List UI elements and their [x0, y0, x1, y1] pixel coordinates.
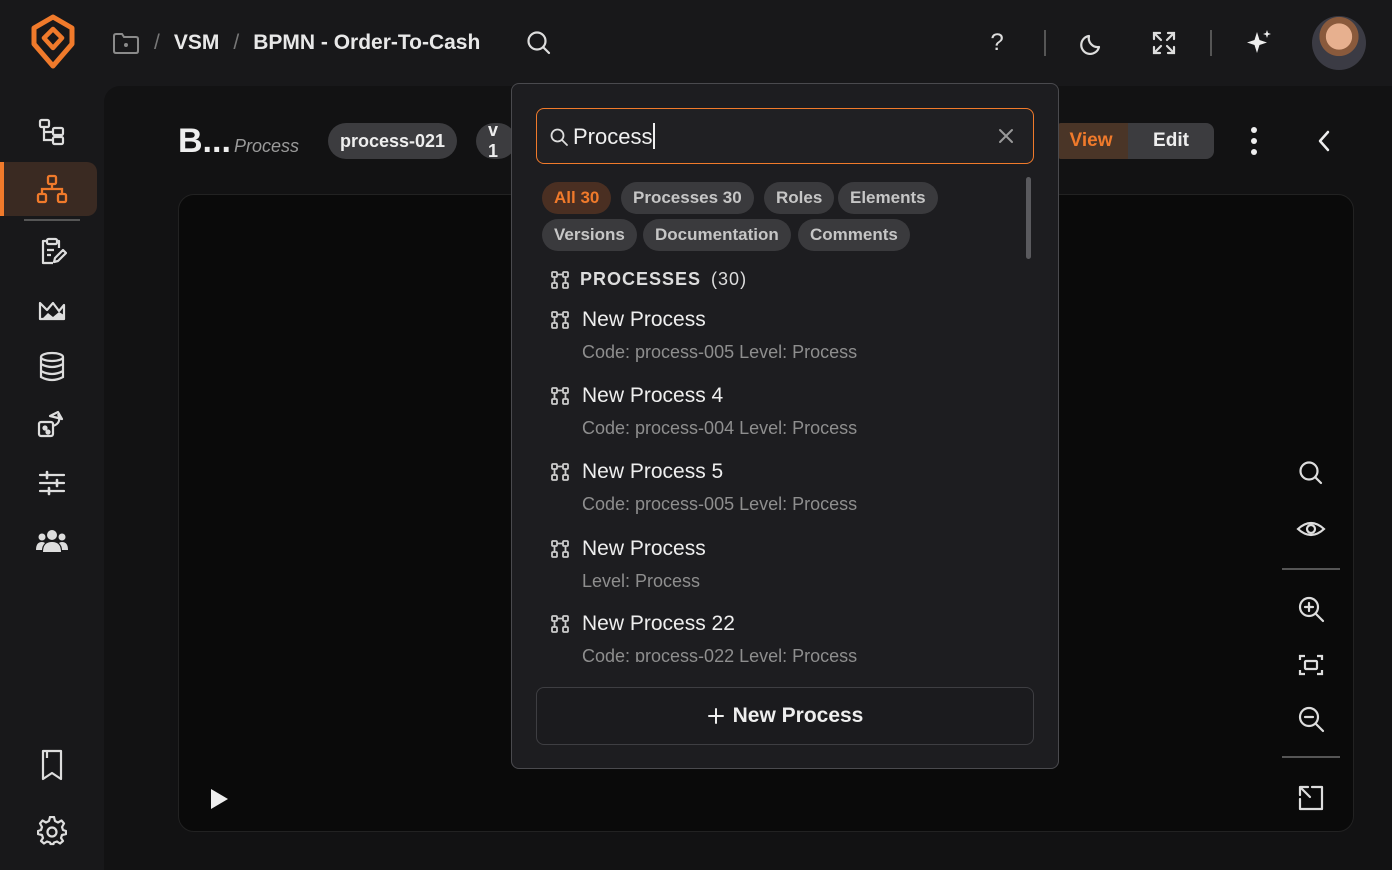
- breadcrumb-separator: /: [154, 31, 160, 54]
- search-icon: [549, 127, 569, 147]
- search-dropdown: Process All 30 Processes 30 Roles Elemen…: [511, 83, 1059, 769]
- filter-chip-roles[interactable]: Roles: [764, 182, 835, 214]
- process-title: B...: [178, 122, 231, 160]
- moon-icon[interactable]: [1076, 26, 1110, 60]
- filter-chip-elements[interactable]: Elements: [838, 182, 938, 214]
- new-process-button[interactable]: New Process: [536, 687, 1034, 745]
- tool-divider: [1282, 756, 1340, 758]
- result-meta: Code: process-005 Level: Process: [582, 494, 858, 514]
- process-node-icon: [550, 270, 570, 290]
- list-item[interactable]: New Process 22 Code: process-022 Level: …: [536, 608, 1026, 662]
- result-meta: Level: Process: [582, 571, 701, 591]
- plus-icon: [707, 707, 725, 725]
- result-name: New Process 4: [582, 384, 724, 407]
- scrollbar[interactable]: [1026, 177, 1031, 259]
- result-name: New Process: [582, 308, 706, 331]
- process-node-icon: [550, 310, 570, 330]
- filter-chip-documentation[interactable]: Documentation: [643, 219, 791, 251]
- toolbar-divider: [1044, 30, 1046, 56]
- search-input-value: Process: [573, 124, 653, 149]
- sidebar: [0, 86, 104, 870]
- section-count: (30): [711, 269, 748, 289]
- sparkle-icon[interactable]: [1242, 26, 1276, 60]
- zoom-in-icon[interactable]: [1296, 594, 1326, 624]
- view-mode-button[interactable]: View: [1054, 123, 1128, 159]
- list-item[interactable]: New Process 5 Code: process-005 Level: P…: [536, 456, 1026, 526]
- process-node-icon: [550, 614, 570, 634]
- avatar[interactable]: [1312, 16, 1366, 70]
- search-icon[interactable]: [524, 28, 554, 58]
- collapse-corner-icon[interactable]: [1296, 783, 1326, 813]
- search-input[interactable]: Process: [536, 108, 1034, 164]
- app-logo-icon[interactable]: [28, 14, 78, 70]
- process-node-icon: [550, 539, 570, 559]
- result-meta: Code: process-022 Level: Process: [582, 646, 858, 662]
- breadcrumb-item-vsm[interactable]: VSM: [174, 31, 220, 55]
- fullscreen-icon[interactable]: [1147, 26, 1181, 60]
- breadcrumb-item-current[interactable]: BPMN - Order-To-Cash: [253, 31, 480, 55]
- filter-chip-comments[interactable]: Comments: [798, 219, 910, 251]
- process-node-icon: [550, 386, 570, 406]
- section-header-processes: PROCESSES (30): [550, 269, 747, 290]
- process-level: Process: [234, 136, 300, 156]
- result-name: New Process: [582, 537, 706, 560]
- result-name: New Process 22: [582, 612, 735, 635]
- eye-icon[interactable]: [1296, 514, 1326, 544]
- bookmark-icon[interactable]: [22, 742, 82, 788]
- new-process-label: New Process: [732, 704, 864, 727]
- results-list: New Process Code: process-005 Level: Pro…: [536, 304, 1026, 662]
- result-meta: Code: process-004 Level: Process: [582, 418, 858, 438]
- shapes-icon[interactable]: [22, 402, 82, 448]
- fit-to-screen-icon[interactable]: [1296, 650, 1326, 680]
- result-meta: Code: process-005 Level: Process: [582, 342, 858, 362]
- canvas-search-icon[interactable]: [1296, 458, 1326, 488]
- breadcrumb: / VSM / BPMN - Order-To-Cash: [112, 26, 480, 60]
- tool-divider: [1282, 568, 1340, 570]
- filter-chip-processes[interactable]: Processes 30: [621, 182, 754, 214]
- view-edit-toggle: View Edit: [1054, 123, 1214, 159]
- filter-chip-versions[interactable]: Versions: [542, 219, 637, 251]
- section-title: PROCESSES: [580, 269, 702, 289]
- text-caret: [653, 123, 655, 149]
- result-name: New Process 5: [582, 460, 724, 483]
- folder-icon[interactable]: [112, 31, 140, 55]
- filter-chip-all[interactable]: All 30: [542, 182, 612, 214]
- breadcrumb-separator: /: [233, 31, 240, 54]
- toolbar-divider: [1210, 30, 1212, 56]
- gear-icon[interactable]: [22, 808, 82, 854]
- tree-structure-icon[interactable]: [22, 108, 82, 154]
- sidebar-divider: [24, 219, 80, 221]
- list-item[interactable]: New Process Level: Process: [536, 533, 1026, 603]
- top-bar: / VSM / BPMN - Order-To-Cash ?: [0, 0, 1392, 86]
- version-chip[interactable]: v 1: [476, 123, 516, 159]
- users-icon[interactable]: [22, 518, 82, 564]
- list-item[interactable]: New Process Code: process-005 Level: Pro…: [536, 304, 1026, 374]
- process-hierarchy-icon[interactable]: [22, 166, 82, 212]
- clipboard-edit-icon[interactable]: [22, 228, 82, 274]
- list-item[interactable]: New Process 4 Code: process-004 Level: P…: [536, 380, 1026, 450]
- more-options-icon[interactable]: [1242, 124, 1266, 158]
- process-node-icon: [550, 462, 570, 482]
- close-icon[interactable]: [995, 125, 1017, 147]
- zoom-out-icon[interactable]: [1296, 704, 1326, 734]
- help-icon[interactable]: ?: [980, 26, 1014, 60]
- chevron-left-icon[interactable]: [1310, 126, 1338, 156]
- process-code-chip[interactable]: process-021: [328, 123, 458, 159]
- play-icon[interactable]: [206, 786, 232, 812]
- mountain-chart-icon[interactable]: [22, 286, 82, 332]
- edit-mode-button[interactable]: Edit: [1128, 123, 1214, 159]
- database-icon[interactable]: [22, 344, 82, 390]
- sliders-icon[interactable]: [22, 460, 82, 506]
